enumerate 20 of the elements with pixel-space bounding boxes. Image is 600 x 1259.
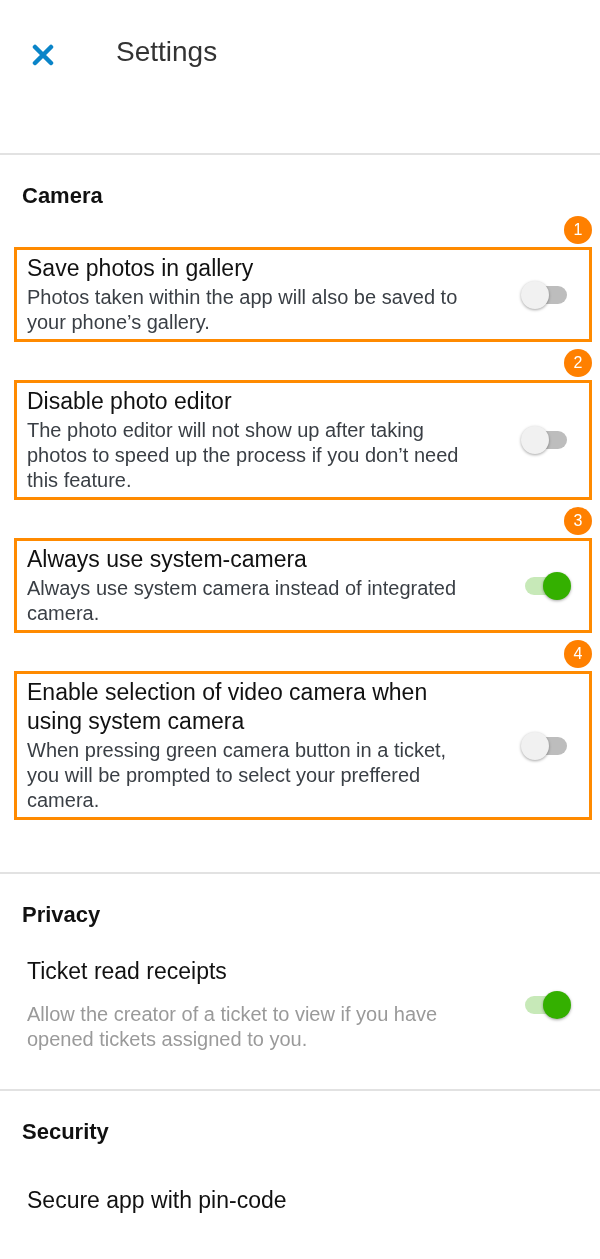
- number-badge: 3: [564, 507, 592, 535]
- number-badge: 2: [564, 349, 592, 377]
- setting-title: Disable photo editor: [27, 387, 233, 416]
- setting-description: Always use system camera instead of integrated camera.: [27, 576, 458, 626]
- page-title: Settings: [116, 36, 218, 68]
- section-heading: Security: [22, 1119, 110, 1145]
- setting-title: Always use system-camera: [27, 545, 308, 574]
- setting-description: When pressing green camera button in a ticket, you will be prompted to select your preffered camera.: [27, 738, 448, 813]
- section-heading: Camera: [22, 183, 104, 209]
- setting-description: Photos taken within the app will also be saved to your phone’s gallery.: [27, 285, 459, 335]
- number-badge: 1: [564, 216, 592, 244]
- setting-title: Save photos in gallery: [27, 254, 255, 283]
- setting-description: Allow the creator of a ticket to view if you have opened tickets assigned to you.: [27, 1002, 439, 1052]
- number-badge: 4: [564, 640, 592, 668]
- section-heading: Privacy: [22, 902, 102, 928]
- setting-description: The photo editor will not show up after taking photos to speed up the process if you don’t need this feature.: [27, 418, 460, 493]
- setting-title: Enable selection of video camera when using system camera: [27, 678, 429, 736]
- setting-title: Ticket read receipts: [27, 957, 228, 986]
- close-icon[interactable]: [32, 44, 54, 66]
- setting-title: Secure app with pin-code: [27, 1186, 288, 1215]
